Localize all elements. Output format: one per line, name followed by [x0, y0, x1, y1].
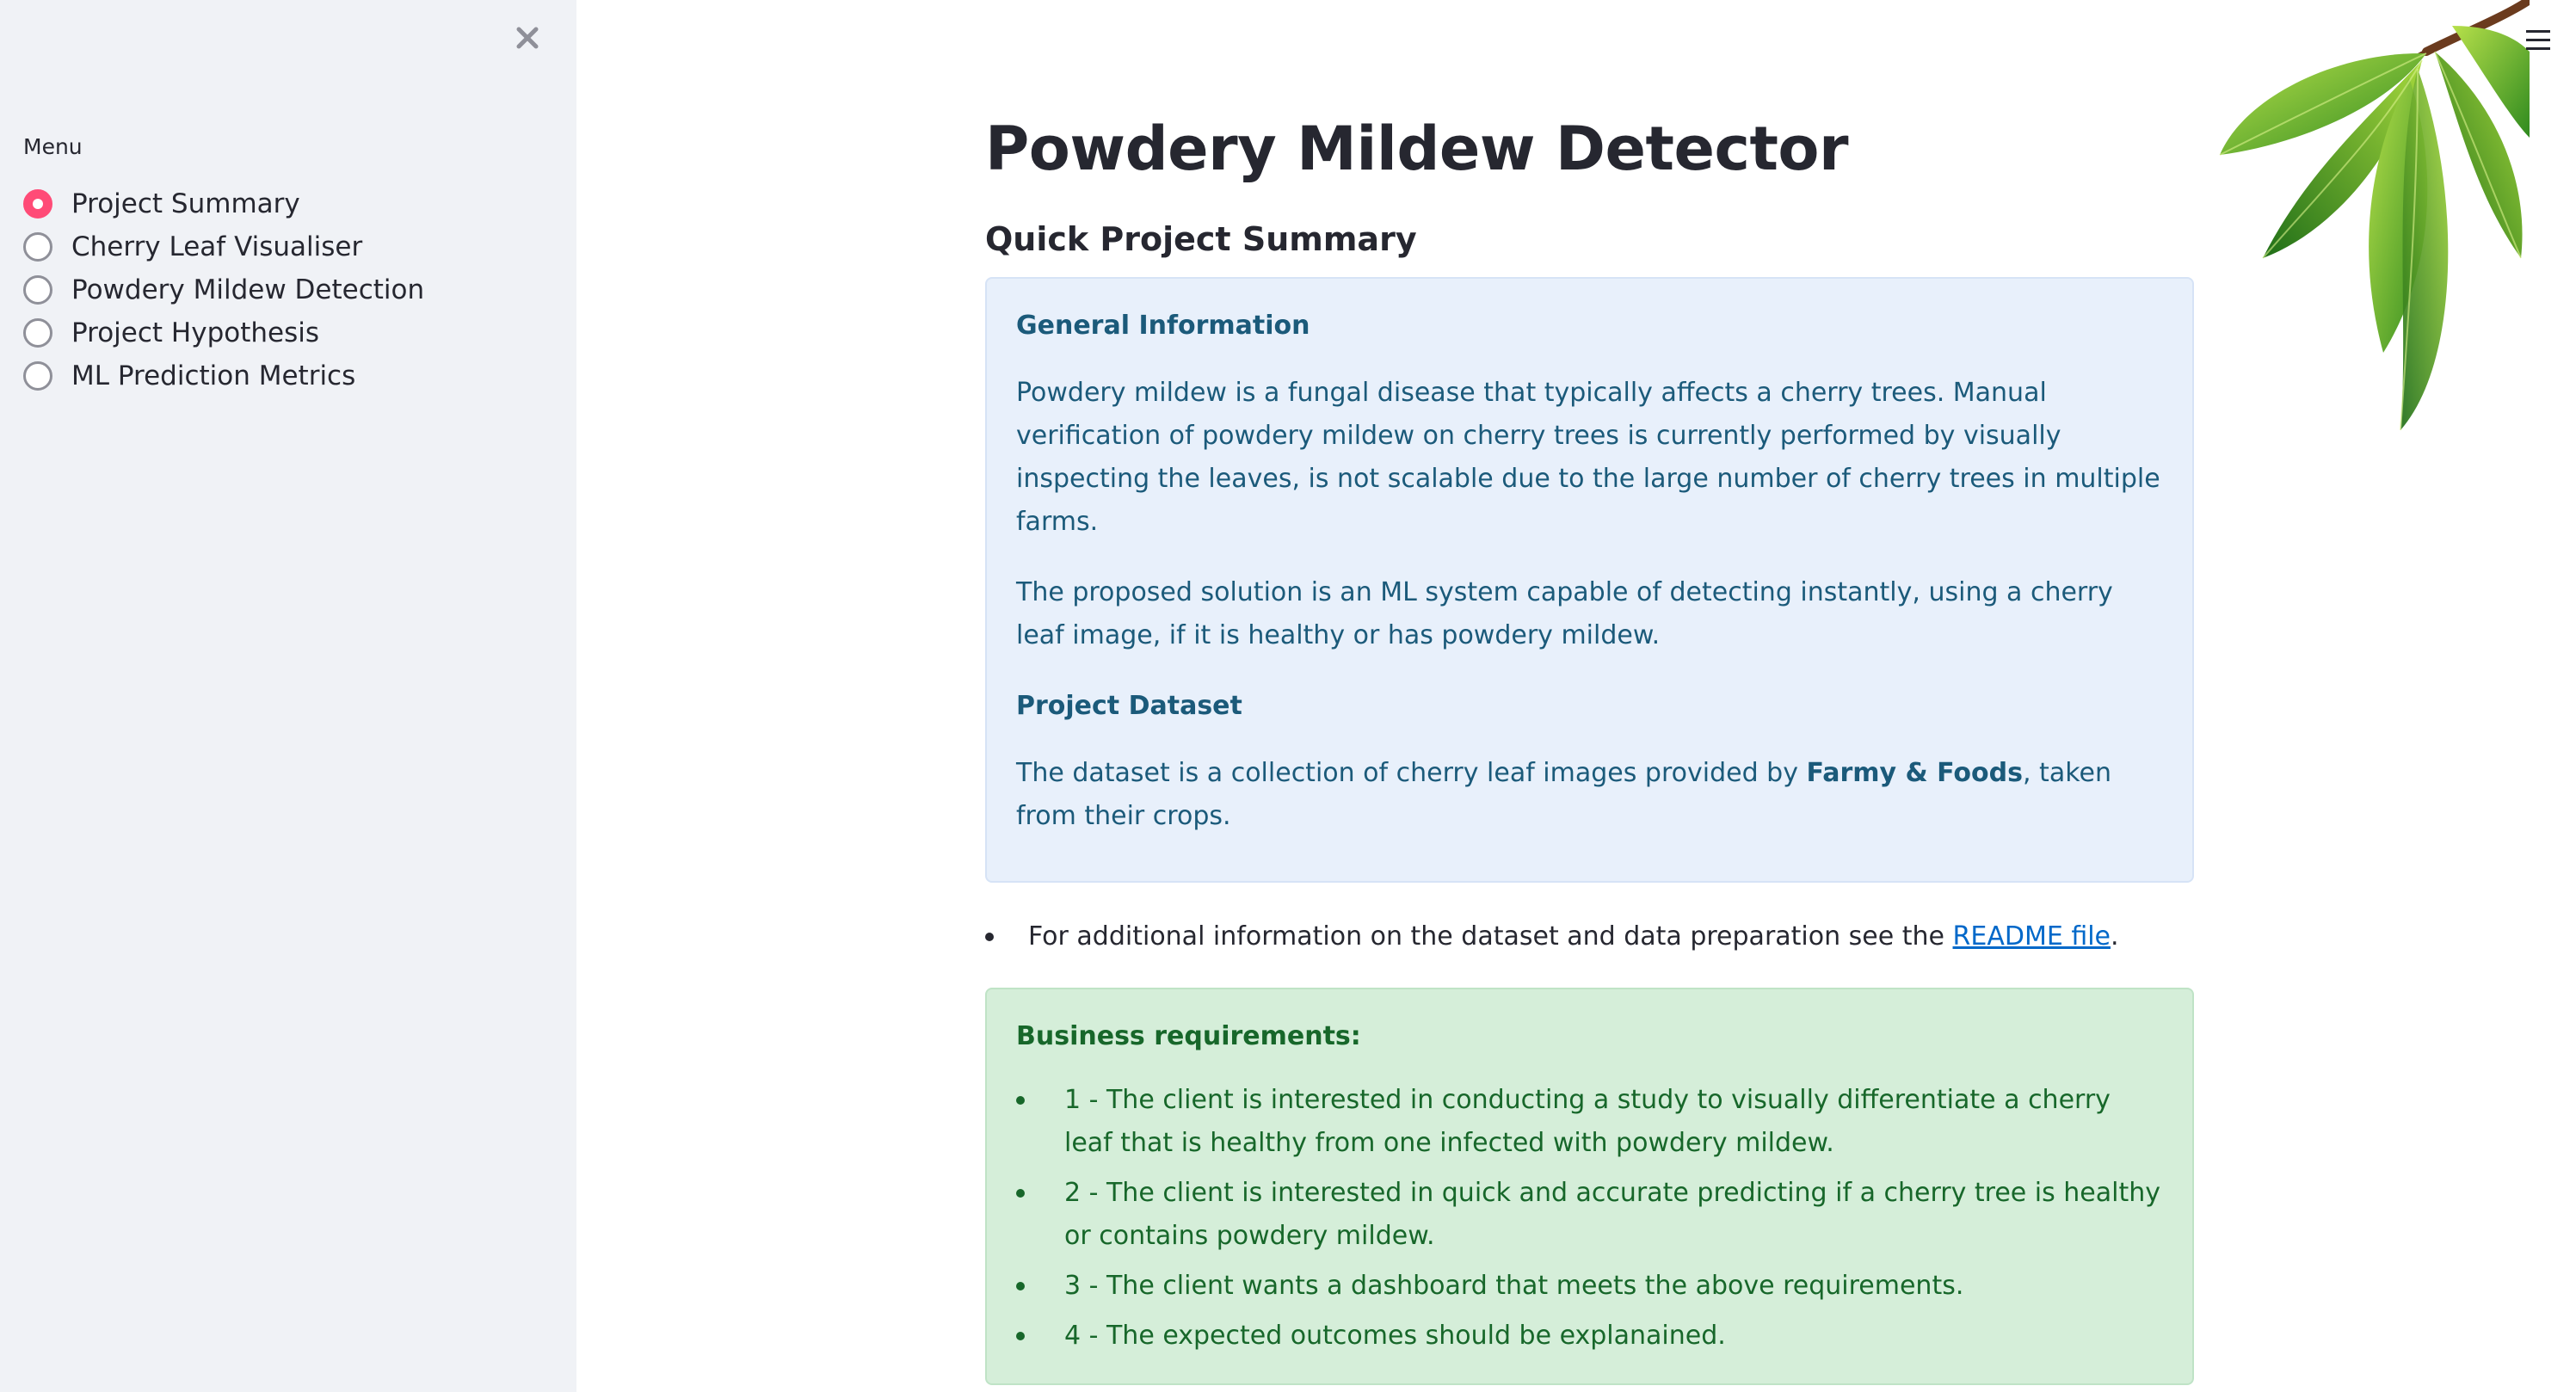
close-sidebar-button[interactable]	[510, 21, 545, 55]
radio-unselected-icon[interactable]	[23, 275, 52, 305]
page-title: Powdery Mildew Detector	[985, 114, 1849, 184]
nav-item-cherry-leaf-visualiser[interactable]: Cherry Leaf Visualiser	[23, 225, 424, 268]
nav-item-ml-prediction-metrics[interactable]: ML Prediction Metrics	[23, 354, 424, 397]
bullet-icon	[1016, 1189, 1025, 1198]
bullet-icon	[985, 933, 994, 941]
main-content-area: Powdery Mildew Detector Quick Project Su…	[576, 0, 2576, 1392]
info-paragraph: The proposed solution is an ML system ca…	[1016, 577, 2113, 650]
radio-selected-icon[interactable]	[23, 189, 52, 219]
dataset-provider: Farmy & Foods	[1806, 758, 2023, 788]
nav-item-label: Powdery Mildew Detection	[71, 274, 425, 305]
nav-item-project-hypothesis[interactable]: Project Hypothesis	[23, 311, 424, 354]
hamburger-menu-icon	[2526, 29, 2550, 33]
main-menu-button[interactable]	[2521, 22, 2555, 57]
page-content: Powdery Mildew Detector Quick Project Su…	[985, 114, 2194, 1385]
info-heading-dataset: Project Dataset	[1016, 691, 1242, 721]
bullet-icon	[1016, 1096, 1025, 1105]
list-item: 3 - The client wants a dashboard that me…	[1016, 1265, 2163, 1308]
info-heading-general: General Information	[1016, 311, 1310, 341]
bullet-icon	[1016, 1332, 1025, 1340]
sidebar: Menu Project Summary Cherry Leaf Visuali…	[0, 0, 576, 1392]
radio-unselected-icon[interactable]	[23, 318, 52, 348]
section-subheader: Quick Project Summary	[985, 220, 1417, 258]
cherry-leaves-illustration	[2219, 0, 2530, 431]
radio-unselected-icon[interactable]	[23, 232, 52, 262]
requirements-callout: Business requirements: 1 - The client is…	[985, 988, 2194, 1385]
menu-label: Menu	[23, 134, 83, 159]
nav-item-powdery-mildew-detection[interactable]: Powdery Mildew Detection	[23, 268, 424, 311]
readme-bullet: For additional information on the datase…	[985, 915, 2194, 958]
radio-unselected-icon[interactable]	[23, 361, 52, 391]
nav-item-label: Project Hypothesis	[71, 317, 320, 348]
nav-item-label: ML Prediction Metrics	[71, 360, 356, 391]
info-paragraph-dataset: The dataset is a collection of cherry le…	[1016, 758, 2111, 831]
readme-link[interactable]: README file	[1953, 921, 2111, 952]
app-root: Menu Project Summary Cherry Leaf Visuali…	[0, 0, 2576, 1392]
bullet-icon	[1016, 1282, 1025, 1290]
nav-item-project-summary[interactable]: Project Summary	[23, 182, 424, 225]
requirements-list: 1 - The client is interested in conducti…	[1016, 1079, 2163, 1358]
info-paragraph: Powdery mildew is a fungal disease that …	[1016, 378, 2160, 537]
nav-item-label: Cherry Leaf Visualiser	[71, 231, 363, 262]
navigation-radio-group: Project Summary Cherry Leaf Visualiser P…	[23, 182, 424, 397]
nav-item-label: Project Summary	[71, 188, 300, 219]
list-item: 2 - The client is interested in quick an…	[1016, 1172, 2163, 1258]
close-icon	[516, 27, 539, 49]
list-item: 1 - The client is interested in conducti…	[1016, 1079, 2163, 1165]
info-callout: General Information Powdery mildew is a …	[985, 277, 2194, 883]
requirements-heading: Business requirements:	[1016, 1021, 1361, 1051]
list-item: 4 - The expected outcomes should be expl…	[1016, 1315, 2163, 1358]
